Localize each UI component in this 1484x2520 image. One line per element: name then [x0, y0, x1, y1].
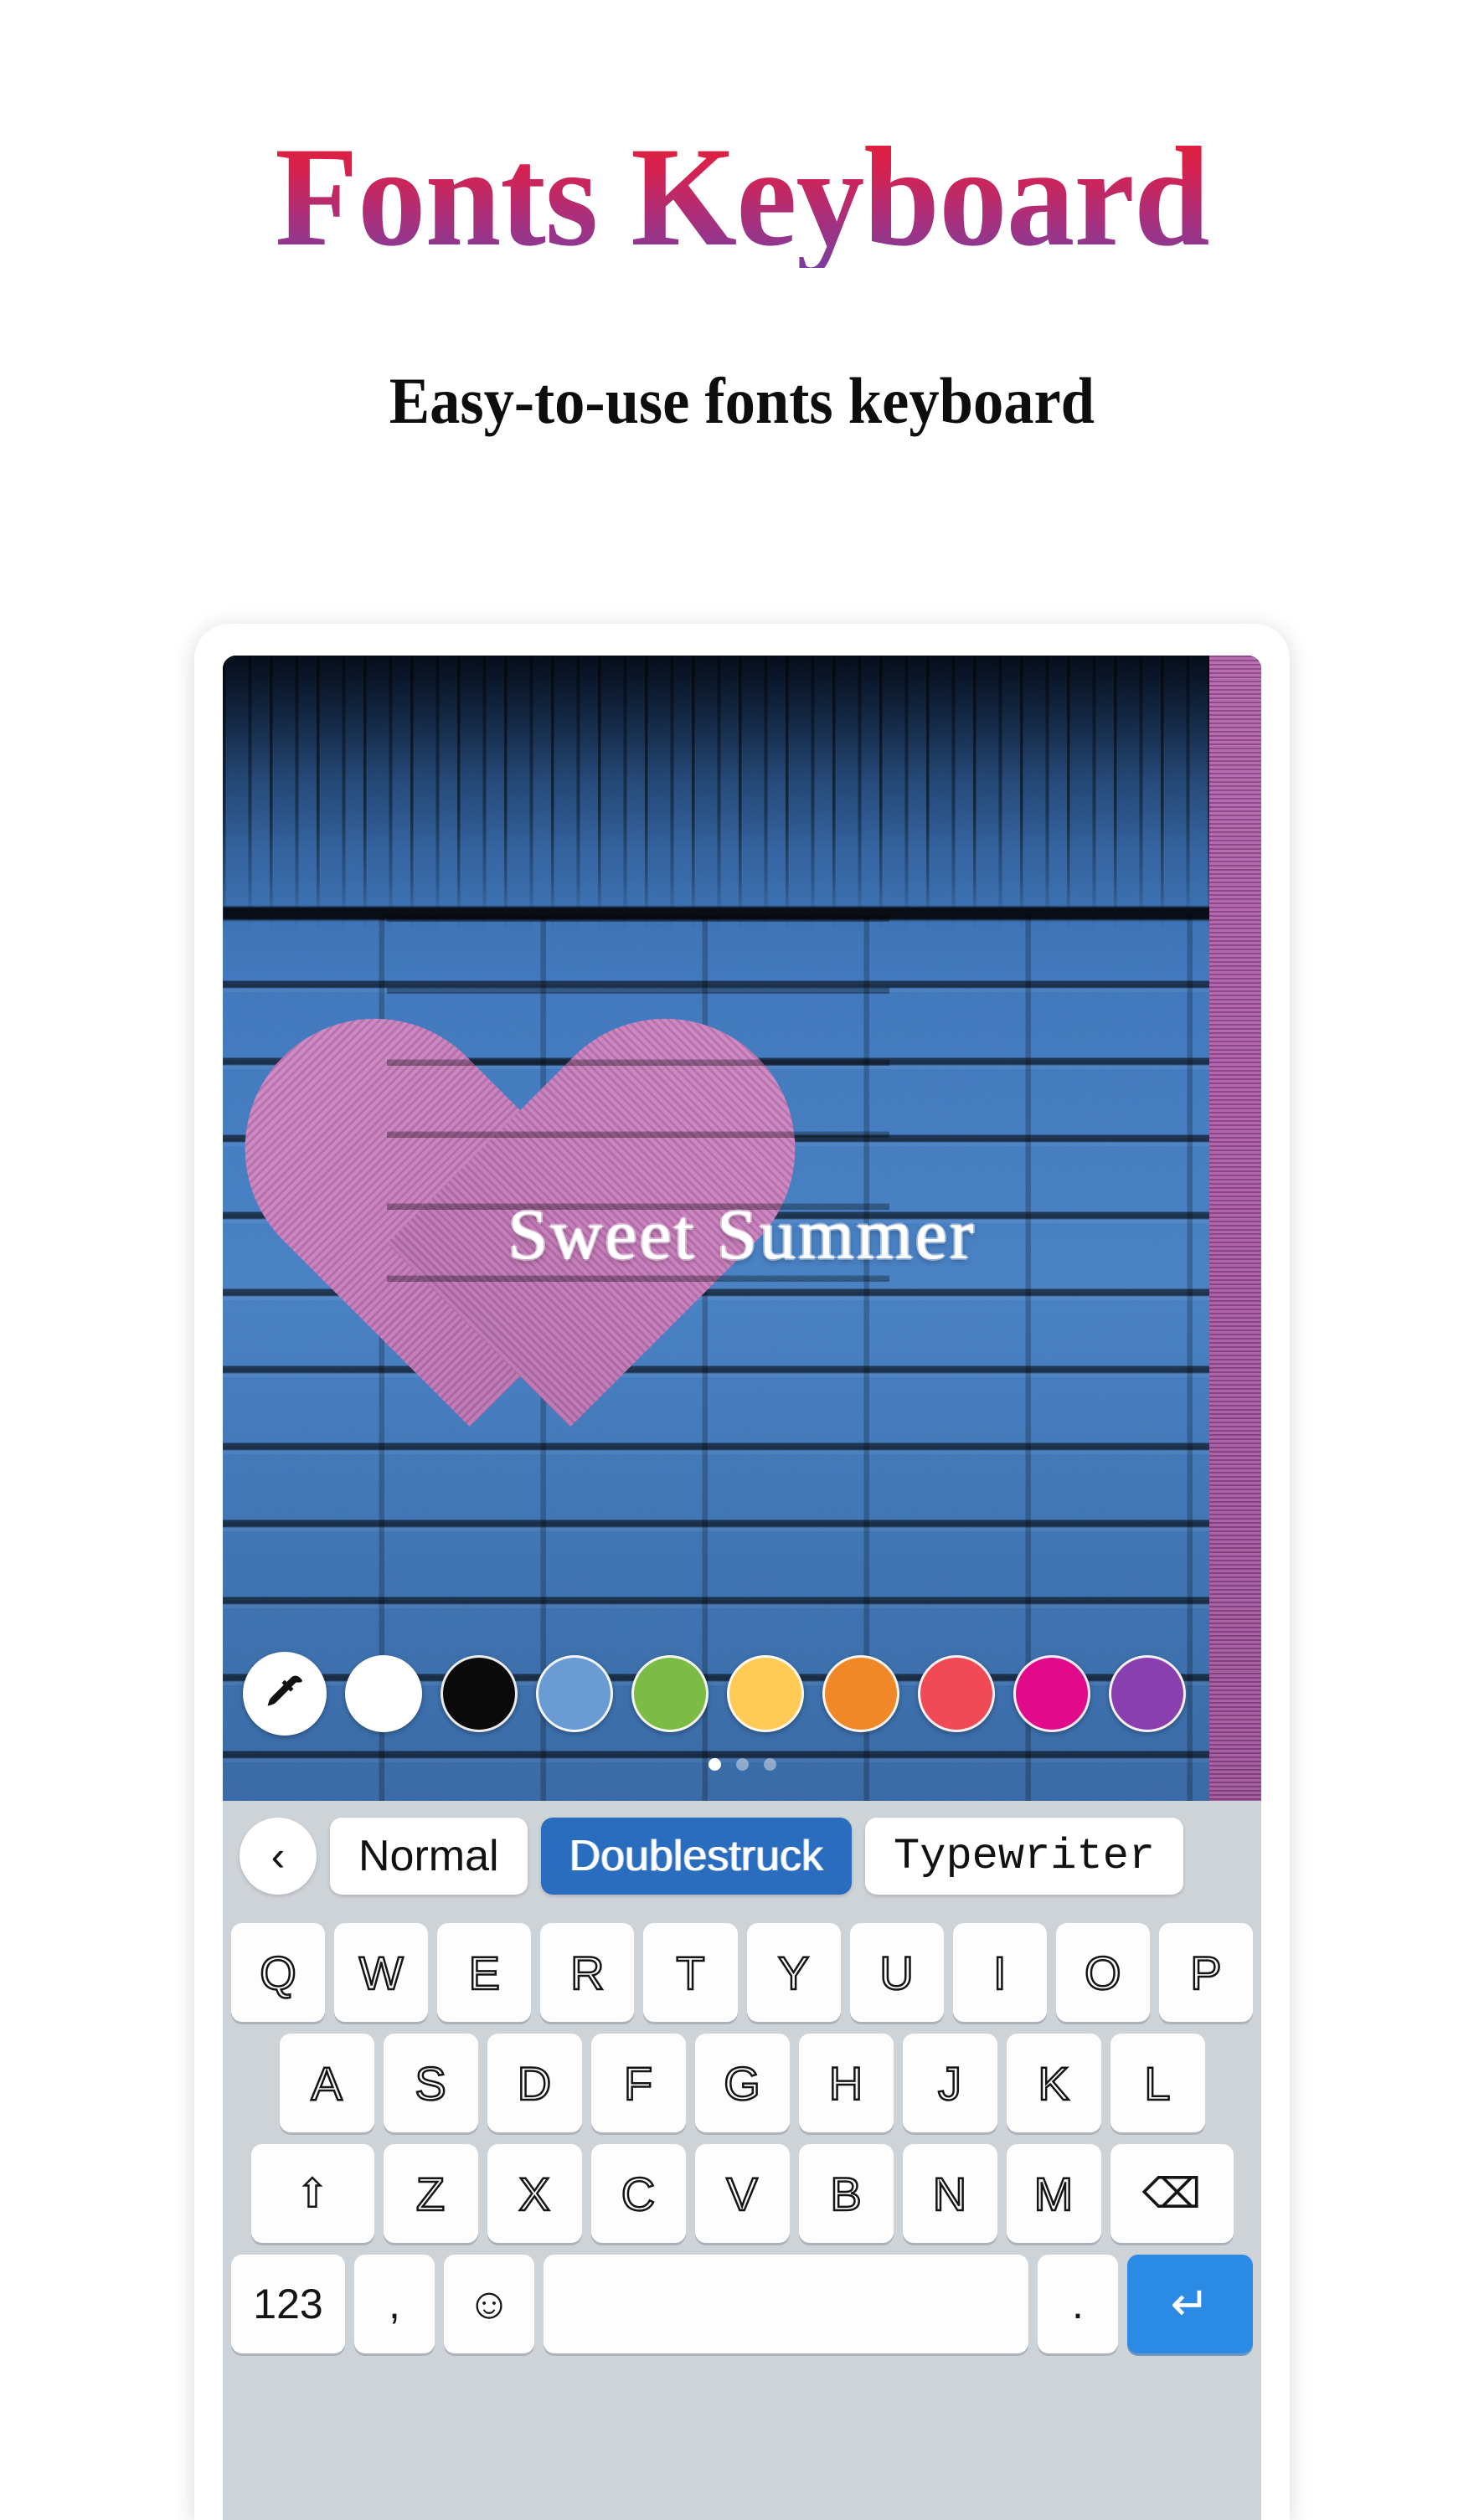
- color-swatch-red[interactable]: [918, 1655, 995, 1732]
- color-swatch-yellow[interactable]: [727, 1655, 804, 1732]
- key-x[interactable]: X: [487, 2144, 582, 2243]
- key-u[interactable]: U: [849, 1923, 944, 2022]
- key-s[interactable]: S: [383, 2034, 478, 2132]
- key-q[interactable]: Q: [231, 1923, 326, 2022]
- key-w[interactable]: W: [334, 1923, 429, 2022]
- smiley-icon: ☺: [466, 2280, 512, 2328]
- key-p[interactable]: P: [1158, 1923, 1253, 2022]
- key-g[interactable]: G: [694, 2034, 790, 2132]
- shift-icon: ⇧: [295, 2170, 330, 2217]
- subheadline-container: Easy-to-use fonts keyboard: [0, 368, 1484, 434]
- color-swatch-green[interactable]: [631, 1655, 709, 1732]
- key-z[interactable]: Z: [383, 2144, 478, 2243]
- backspace-key[interactable]: ⌫: [1110, 2144, 1234, 2243]
- page-title: Fonts Keyboard: [275, 118, 1209, 275]
- key-b[interactable]: B: [798, 2144, 894, 2243]
- font-chip-normal[interactable]: Normal: [330, 1818, 528, 1895]
- color-swatch-black[interactable]: [441, 1655, 518, 1732]
- emoji-key[interactable]: ☺: [444, 2255, 534, 2353]
- key-y[interactable]: Y: [746, 1923, 841, 2022]
- key-d[interactable]: D: [487, 2034, 582, 2132]
- eyedropper-icon: [261, 1670, 308, 1717]
- eyedropper-button[interactable]: [243, 1652, 327, 1736]
- key-c[interactable]: C: [590, 2144, 686, 2243]
- enter-icon: ↵: [1170, 2277, 1210, 2330]
- headline-container: Fonts Keyboard: [0, 126, 1484, 268]
- color-swatch-light-blue[interactable]: [536, 1655, 613, 1732]
- page-dot-2[interactable]: [735, 1758, 749, 1771]
- key-e[interactable]: E: [437, 1923, 532, 2022]
- key-i[interactable]: I: [952, 1923, 1047, 2022]
- key-l[interactable]: L: [1110, 2034, 1205, 2132]
- key-o[interactable]: O: [1055, 1923, 1150, 2022]
- enter-key[interactable]: ↵: [1127, 2255, 1253, 2353]
- keyboard-row-1: Q W E R T Y U I O P: [223, 1923, 1261, 2022]
- shift-key[interactable]: ⇧: [250, 2144, 374, 2243]
- space-key[interactable]: [544, 2255, 1028, 2353]
- font-style-bar[interactable]: ‹ Normal Doublestruck Typewriter: [223, 1801, 1261, 1911]
- color-swatch-purple[interactable]: [1109, 1655, 1186, 1732]
- key-t[interactable]: T: [643, 1923, 738, 2022]
- key-h[interactable]: H: [798, 2034, 894, 2132]
- keyboard-row-2: A S D F G H J K L: [223, 2034, 1261, 2132]
- comma-key[interactable]: ,: [354, 2255, 435, 2353]
- color-swatch-magenta[interactable]: [1013, 1655, 1090, 1732]
- image-preview-canvas[interactable]: Sweet Summer: [223, 656, 1261, 1801]
- keyboard-row-3: ⇧ Z X C V B N M ⌫: [223, 2144, 1261, 2243]
- font-chip-typewriter[interactable]: Typewriter: [865, 1818, 1184, 1895]
- period-key[interactable]: .: [1038, 2255, 1118, 2353]
- numbers-key[interactable]: 123: [231, 2255, 345, 2353]
- phone-screen: Sweet Summer ‹ Normal Doublestruck Typew…: [223, 656, 1261, 2520]
- key-k[interactable]: K: [1006, 2034, 1101, 2132]
- backspace-icon: ⌫: [1141, 2170, 1202, 2217]
- keyboard: ‹ Normal Doublestruck Typewriter Q W E R…: [223, 1801, 1261, 2520]
- key-m[interactable]: M: [1006, 2144, 1101, 2243]
- keyboard-row-4: 123 , ☺ . ↵: [223, 2255, 1261, 2353]
- key-f[interactable]: F: [590, 2034, 686, 2132]
- key-r[interactable]: R: [540, 1923, 635, 2022]
- page-subtitle: Easy-to-use fonts keyboard: [389, 364, 1095, 437]
- chevron-left-icon: ‹: [271, 1833, 286, 1880]
- font-chip-doublestruck[interactable]: Doublestruck: [540, 1818, 853, 1895]
- page-dot-1[interactable]: [708, 1758, 721, 1771]
- key-n[interactable]: N: [902, 2144, 997, 2243]
- color-swatch-white[interactable]: [345, 1655, 422, 1732]
- phone-mockup: Sweet Summer ‹ Normal Doublestruck Typew…: [194, 624, 1290, 2520]
- color-swatch-orange[interactable]: [822, 1655, 899, 1732]
- color-picker-row[interactable]: [223, 1650, 1261, 1737]
- page-dot-3[interactable]: [763, 1758, 776, 1771]
- key-a[interactable]: A: [279, 2034, 374, 2132]
- overlay-text[interactable]: Sweet Summer: [223, 1198, 1261, 1270]
- font-bar-back-button[interactable]: ‹: [240, 1818, 317, 1895]
- key-v[interactable]: V: [694, 2144, 790, 2243]
- key-j[interactable]: J: [902, 2034, 997, 2132]
- page-indicator: [223, 1758, 1261, 1771]
